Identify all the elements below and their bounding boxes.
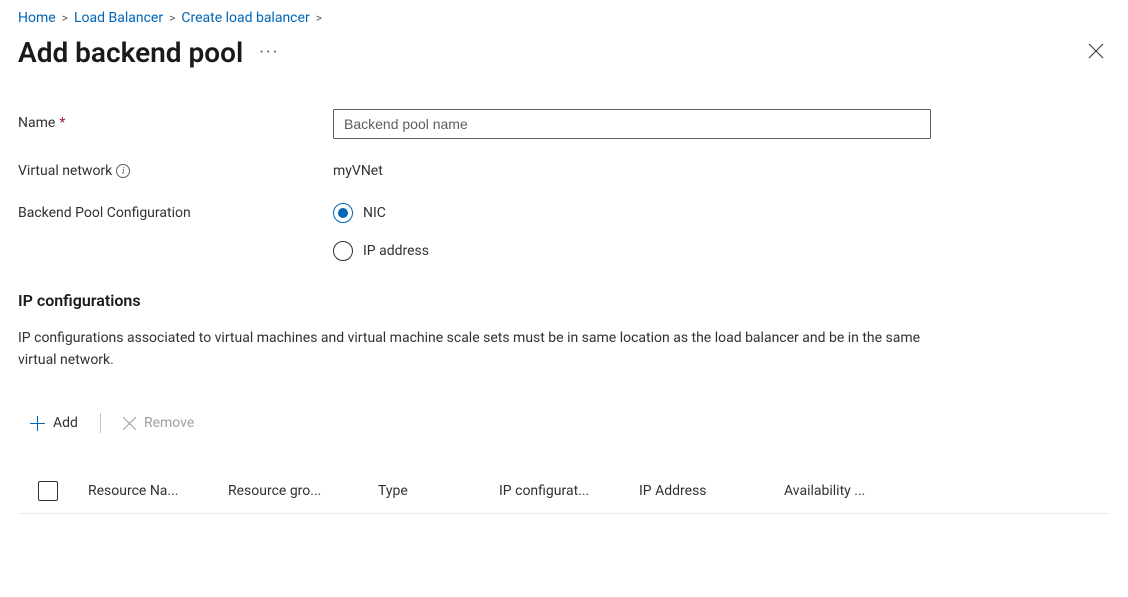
- radio-ip-address[interactable]: IP address: [333, 241, 429, 261]
- vnet-value: myVNet: [333, 157, 383, 179]
- chevron-right-icon: >: [62, 11, 68, 25]
- column-resource-group[interactable]: Resource gro...: [228, 483, 378, 499]
- add-label: Add: [53, 415, 78, 431]
- name-input[interactable]: [333, 109, 931, 139]
- column-resource-name[interactable]: Resource Na...: [88, 483, 228, 499]
- chevron-right-icon: >: [169, 11, 175, 25]
- page-header: Add backend pool ···: [18, 36, 1110, 69]
- breadcrumb: Home > Load Balancer > Create load balan…: [18, 10, 1110, 26]
- close-button[interactable]: [1082, 37, 1110, 69]
- backend-config-label: Backend Pool Configuration: [18, 199, 333, 221]
- breadcrumb-load-balancer[interactable]: Load Balancer: [74, 10, 163, 26]
- column-ip-config[interactable]: IP configurat...: [499, 483, 639, 499]
- close-icon: [1088, 43, 1104, 59]
- select-all-checkbox[interactable]: [38, 481, 58, 501]
- chevron-right-icon: >: [316, 11, 322, 25]
- radio-nic[interactable]: NIC: [333, 203, 429, 223]
- column-availability[interactable]: Availability ...: [784, 483, 924, 499]
- breadcrumb-create-load-balancer[interactable]: Create load balancer: [181, 10, 309, 26]
- form-row-backend-config: Backend Pool Configuration NIC IP addres…: [18, 199, 1110, 261]
- toolbar-separator: [100, 413, 101, 433]
- table-header: Resource Na... Resource gro... Type IP c…: [18, 471, 1110, 514]
- toolbar: Add Remove: [18, 411, 1110, 435]
- section-description: IP configurations associated to virtual …: [18, 328, 928, 371]
- form-row-name: Name *: [18, 109, 1110, 139]
- section-title-ip-config: IP configurations: [18, 291, 1110, 310]
- radio-icon-unselected: [333, 241, 353, 261]
- required-indicator: *: [59, 115, 65, 131]
- radio-nic-label: NIC: [363, 205, 386, 221]
- breadcrumb-home[interactable]: Home: [18, 10, 56, 26]
- remove-label: Remove: [144, 415, 194, 431]
- plus-icon: [30, 416, 45, 431]
- page-title: Add backend pool: [18, 36, 243, 69]
- remove-button[interactable]: Remove: [117, 411, 200, 435]
- radio-icon-selected: [333, 203, 353, 223]
- vnet-label: Virtual network i: [18, 157, 333, 179]
- more-icon[interactable]: ···: [255, 38, 283, 67]
- add-button[interactable]: Add: [24, 411, 84, 435]
- column-type[interactable]: Type: [378, 483, 499, 499]
- x-icon: [123, 417, 136, 430]
- radio-ip-label: IP address: [363, 243, 429, 259]
- name-label: Name *: [18, 109, 333, 131]
- column-ip-address[interactable]: IP Address: [639, 483, 784, 499]
- info-icon[interactable]: i: [116, 164, 130, 178]
- form-row-vnet: Virtual network i myVNet: [18, 157, 1110, 179]
